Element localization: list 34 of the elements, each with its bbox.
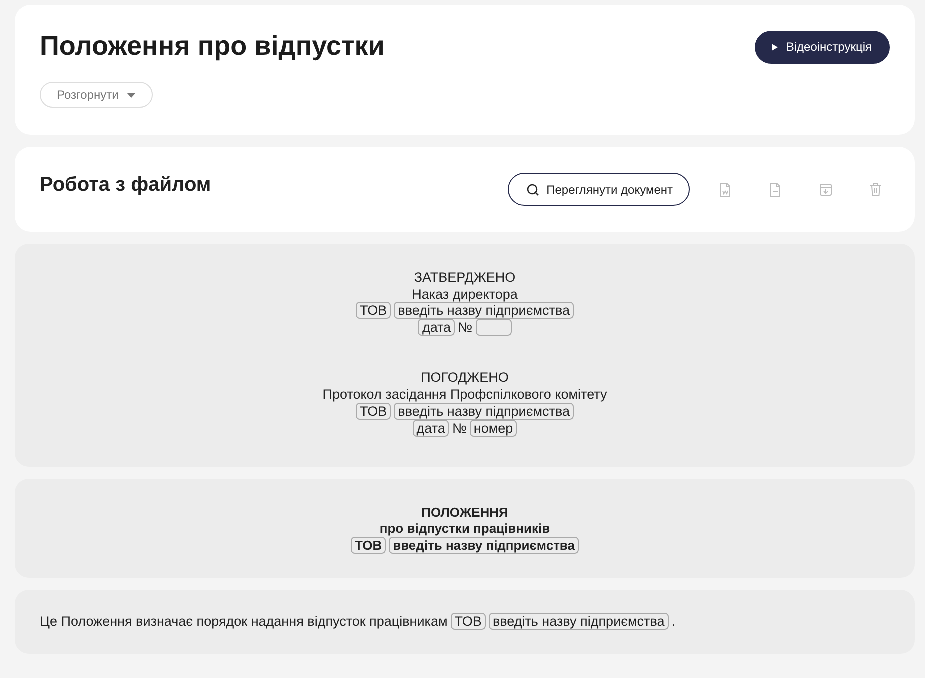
document-text: ПОГОДЖЕНО [421, 370, 509, 386]
expand-button[interactable]: Розгорнути [40, 82, 153, 108]
search-icon [526, 184, 539, 196]
input-field[interactable]: введіть назву підприємства [394, 302, 574, 320]
document-text: Наказ директора [412, 286, 518, 302]
input-field[interactable]: ТОВ [450, 613, 486, 630]
document-text: про відпустки працівників [380, 521, 550, 536]
input-field[interactable]: ТОВ [356, 302, 392, 320]
video-button[interactable]: Відеоінструкція [755, 31, 890, 64]
document-text: Це Положення визначає порядок надання відпусток працівникам [40, 614, 448, 630]
pdf-file-icon[interactable] [770, 182, 782, 196]
input-field[interactable] [476, 319, 512, 336]
section-title: Робота з файлом [40, 174, 212, 197]
document-text: . [672, 614, 676, 630]
input-field[interactable]: ТОВ [351, 537, 386, 554]
word-file-icon[interactable] [720, 182, 732, 196]
download-icon[interactable] [820, 182, 832, 196]
input-field[interactable]: дата [418, 319, 456, 336]
input-field[interactable]: номер [470, 420, 518, 437]
input-field[interactable]: введіть назву підприємства [389, 537, 579, 554]
input-field[interactable]: дата [412, 420, 450, 437]
document-text: № [452, 420, 467, 436]
document-text: ПОЛОЖЕННЯ [422, 504, 508, 520]
document-text: ЗАТВЕРДЖЕНО [414, 270, 516, 285]
input-field[interactable]: ТОВ [356, 402, 392, 420]
play-icon [772, 44, 778, 50]
input-field[interactable]: введіть назву підприємства [394, 402, 574, 420]
document-text: Протокол засідання Профспілкового комітету [322, 386, 608, 402]
page-title: Положення про відпустки [40, 31, 385, 62]
trash-icon[interactable] [870, 182, 882, 196]
input-field[interactable]: введіть назву підприємства [488, 613, 669, 630]
document-text: № [458, 320, 473, 336]
caret-icon [126, 92, 136, 98]
view-document-button[interactable]: Переглянути документ [508, 173, 690, 206]
